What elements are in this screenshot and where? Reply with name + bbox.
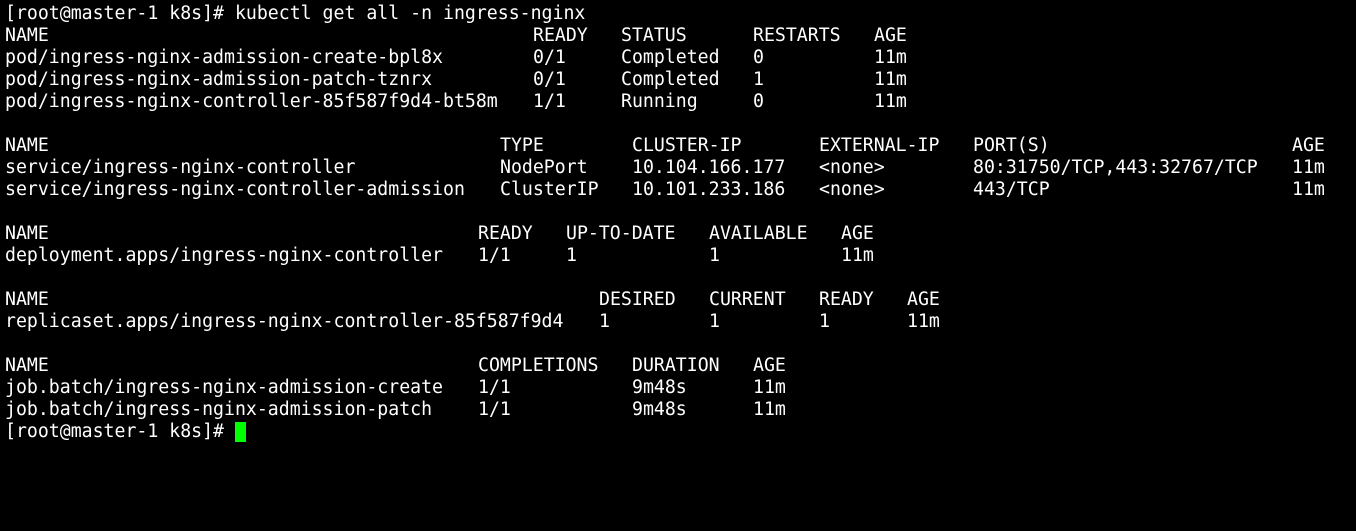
pod-age: 11m (874, 47, 907, 68)
service-ports: 80:31750/TCP,443:32767/TCP (973, 157, 1258, 178)
text-cursor[interactable] (234, 422, 246, 442)
jobs-header-duration: DURATION (632, 355, 720, 376)
pod-age: 11m (874, 69, 907, 90)
table-row: pod/ingress-nginx-admission-patch-tznrx … (5, 69, 1356, 91)
job-completions: 1/1 (478, 399, 511, 420)
table-row: pod/ingress-nginx-admission-create-bpl8x… (5, 47, 1356, 69)
replicasets-header-row: NAME DESIRED CURRENT READY AGE (5, 289, 1356, 311)
services-header-row: NAME TYPE CLUSTER-IP EXTERNAL-IP PORT(S)… (5, 135, 1356, 157)
deployment-age: 11m (841, 245, 874, 266)
deployments-header-available: AVAILABLE (709, 223, 808, 244)
replicaset-ready: 1 (819, 311, 830, 332)
pod-ready: 1/1 (533, 91, 566, 112)
pod-restarts: 1 (753, 69, 764, 90)
replicaset-name: replicaset.apps/ingress-nginx-controller… (5, 311, 564, 332)
pods-header-name: NAME (5, 25, 49, 46)
replicasets-header-age: AGE (907, 289, 940, 310)
pod-restarts: 0 (753, 91, 764, 112)
job-duration: 9m48s (632, 399, 687, 420)
deployments-header-age: AGE (841, 223, 874, 244)
deployment-name: deployment.apps/ingress-nginx-controller (5, 245, 443, 266)
replicasets-header-desired: DESIRED (599, 289, 676, 310)
deployments-header-up-to-date: UP-TO-DATE (566, 223, 676, 244)
shell-prompt: [root@master-1 k8s]# (5, 421, 235, 442)
jobs-header-name: NAME (5, 355, 49, 376)
services-header-name: NAME (5, 135, 49, 156)
services-header-cluster-ip: CLUSTER-IP (632, 135, 742, 156)
jobs-header-row: NAME COMPLETIONS DURATION AGE (5, 355, 1356, 377)
job-completions: 1/1 (478, 377, 511, 398)
table-row: service/ingress-nginx-controller-admissi… (5, 179, 1356, 201)
deployments-header-row: NAME READY UP-TO-DATE AVAILABLE AGE (5, 223, 1356, 245)
jobs-header-completions: COMPLETIONS (478, 355, 599, 376)
pod-status: Running (621, 91, 698, 112)
service-name: service/ingress-nginx-controller-admissi… (5, 179, 465, 200)
pod-status: Completed (621, 47, 720, 68)
pods-header-age: AGE (874, 25, 907, 46)
job-name: job.batch/ingress-nginx-admission-patch (5, 399, 433, 420)
input-line[interactable]: [root@master-1 k8s]# (5, 421, 1356, 443)
shell-prompt: [root@master-1 k8s]# (5, 3, 235, 24)
service-age: 11m (1292, 157, 1325, 178)
pod-name: pod/ingress-nginx-admission-patch-tznrx (5, 69, 433, 90)
pods-header-row: NAME READY STATUS RESTARTS AGE (5, 25, 1356, 47)
deployments-header-name: NAME (5, 223, 49, 244)
pod-ready: 0/1 (533, 47, 566, 68)
job-age: 11m (753, 399, 786, 420)
replicaset-desired: 1 (599, 311, 610, 332)
service-external-ip: <none> (819, 157, 885, 178)
deployment-available: 1 (709, 245, 720, 266)
command-text: kubectl get all -n ingress-nginx (234, 3, 586, 24)
deployment-ready: 1/1 (478, 245, 511, 266)
table-row: job.batch/ingress-nginx-admission-create… (5, 377, 1356, 399)
pod-name: pod/ingress-nginx-admission-create-bpl8x (5, 47, 443, 68)
table-row: job.batch/ingress-nginx-admission-patch … (5, 399, 1356, 421)
jobs-header-age: AGE (753, 355, 786, 376)
pods-header-restarts: RESTARTS (753, 25, 841, 46)
table-row: replicaset.apps/ingress-nginx-controller… (5, 311, 1356, 333)
service-age: 11m (1292, 179, 1325, 200)
service-cluster-ip: 10.101.233.186 (632, 179, 786, 200)
replicasets-header-current: CURRENT (709, 289, 786, 310)
pods-header-ready: READY (533, 25, 588, 46)
replicasets-header-ready: READY (819, 289, 874, 310)
services-header-type: TYPE (500, 135, 544, 156)
command-line: [root@master-1 k8s]# kubectl get all -n … (5, 3, 1356, 25)
service-type: NodePort (500, 157, 588, 178)
service-name: service/ingress-nginx-controller (5, 157, 356, 178)
pods-header-status: STATUS (621, 25, 687, 46)
job-name: job.batch/ingress-nginx-admission-create (5, 377, 443, 398)
services-header-age: AGE (1292, 135, 1325, 156)
replicasets-header-name: NAME (5, 289, 49, 310)
service-type: ClusterIP (500, 179, 599, 200)
pod-name: pod/ingress-nginx-controller-85f587f9d4-… (5, 91, 498, 112)
service-external-ip: <none> (819, 179, 885, 200)
replicaset-current: 1 (709, 311, 720, 332)
services-header-external-ip: EXTERNAL-IP (819, 135, 940, 156)
replicaset-age: 11m (907, 311, 940, 332)
job-duration: 9m48s (632, 377, 687, 398)
pod-ready: 0/1 (533, 69, 566, 90)
table-row: pod/ingress-nginx-controller-85f587f9d4-… (5, 91, 1356, 113)
deployments-header-ready: READY (478, 223, 533, 244)
pod-age: 11m (874, 91, 907, 112)
service-ports: 443/TCP (973, 179, 1050, 200)
deployment-up-to-date: 1 (566, 245, 577, 266)
job-age: 11m (753, 377, 786, 398)
table-row: deployment.apps/ingress-nginx-controller… (5, 245, 1356, 267)
pod-status: Completed (621, 69, 720, 90)
service-cluster-ip: 10.104.166.177 (632, 157, 786, 178)
table-row: service/ingress-nginx-controller NodePor… (5, 157, 1356, 179)
services-header-ports: PORT(S) (973, 135, 1050, 156)
pod-restarts: 0 (753, 47, 764, 68)
terminal-window[interactable]: [root@master-1 k8s]# kubectl get all -n … (0, 0, 1356, 449)
